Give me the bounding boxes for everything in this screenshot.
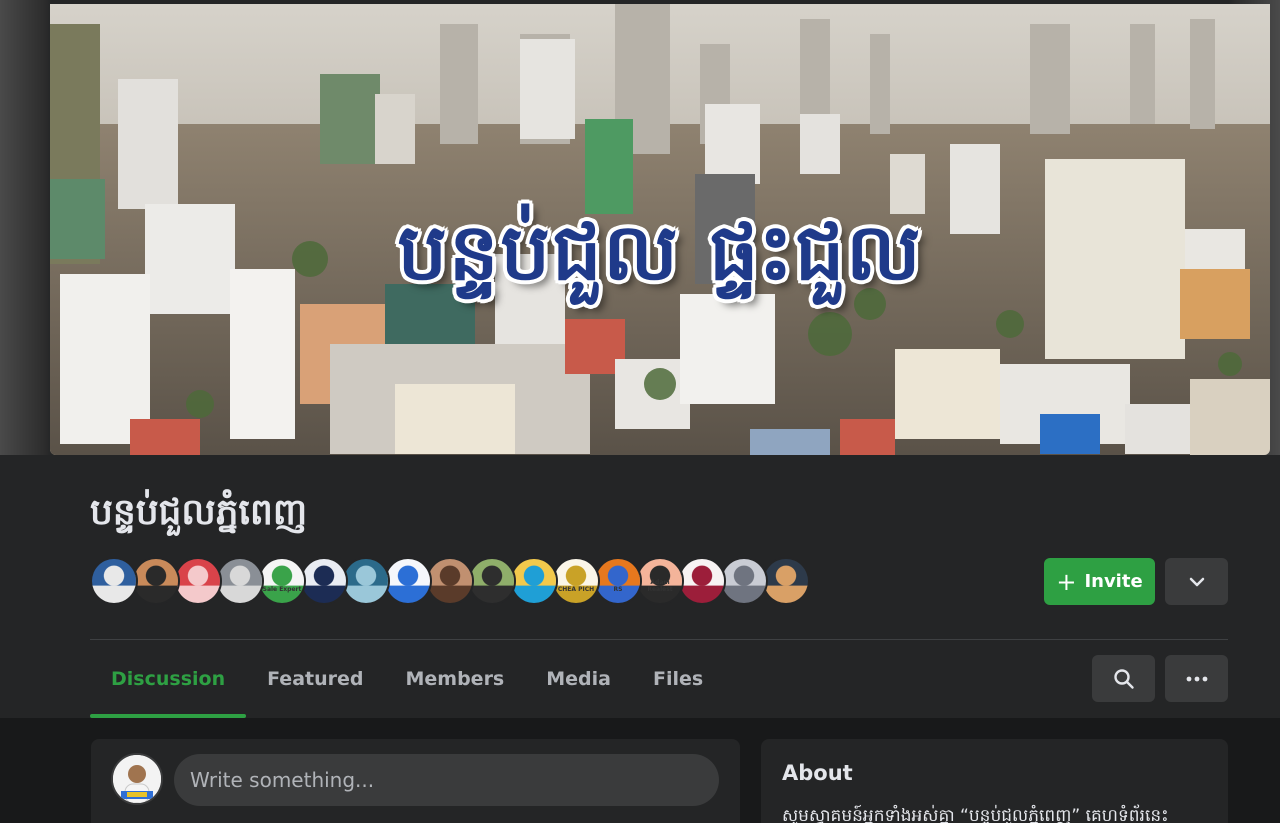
current-user-avatar[interactable]	[111, 753, 163, 805]
avatar-photo	[386, 559, 430, 603]
member-avatar[interactable]	[90, 557, 138, 605]
avatar-photo	[260, 559, 304, 603]
member-avatar[interactable]	[384, 557, 432, 605]
avatar-label: Sale Expert	[262, 586, 302, 593]
member-avatar[interactable]	[342, 557, 390, 605]
user-photo	[113, 755, 161, 803]
invite-button[interactable]: + Invite	[1044, 558, 1155, 605]
search-button[interactable]	[1092, 655, 1155, 702]
member-avatar[interactable]	[510, 557, 558, 605]
post-composer	[91, 739, 740, 823]
member-avatar[interactable]	[720, 557, 768, 605]
member-avatar[interactable]	[174, 557, 222, 605]
member-avatar[interactable]	[468, 557, 516, 605]
cover-area: បន្ទប់ជួល ផ្ទះជួល	[0, 0, 1280, 455]
avatar-photo	[344, 559, 388, 603]
member-avatar[interactable]: Sale Expert	[258, 557, 306, 605]
member-avatars[interactable]: Sale Expert CHEA PICH RS Adam Realest	[90, 557, 810, 605]
member-avatar[interactable]	[762, 557, 810, 605]
about-title: About	[782, 761, 853, 785]
avatar-photo	[302, 559, 346, 603]
about-text: សូមស្វាគមន៍អ្នកទាំងអស់គ្នា “បន្ទប់ជួលភ្ន…	[782, 806, 1169, 823]
tab-members[interactable]: Members	[384, 640, 525, 718]
avatar-photo	[470, 559, 514, 603]
member-avatar[interactable]	[426, 557, 474, 605]
member-avatar[interactable]: RS	[594, 557, 642, 605]
invite-label: Invite	[1084, 571, 1143, 592]
tab-media[interactable]: Media	[525, 640, 632, 718]
avatar-photo	[134, 559, 178, 603]
avatar-label: Adam Realest	[647, 579, 673, 593]
search-icon	[1113, 668, 1134, 689]
avatar-photo	[218, 559, 262, 603]
member-avatar[interactable]	[300, 557, 348, 605]
chevron-down-icon	[1189, 577, 1204, 586]
member-avatar[interactable]	[678, 557, 726, 605]
about-card: About សូមស្វាគមន៍អ្នកទាំងអស់គ្នា “បន្ទប់…	[761, 739, 1228, 823]
tab-featured[interactable]: Featured	[246, 640, 384, 718]
avatar-label: RS	[613, 586, 623, 593]
group-header: បន្ទប់ជួលភ្នំពេញ Sale Expert CHEA PICH RS A…	[0, 455, 1280, 718]
avatar-photo	[596, 559, 640, 603]
tab-files[interactable]: Files	[632, 640, 724, 718]
avatar-label: CHEA PICH	[557, 586, 595, 593]
avatar-photo	[554, 559, 598, 603]
member-avatar[interactable]: Adam Realest	[636, 557, 684, 605]
avatar-photo	[92, 559, 136, 603]
avatar-photo	[176, 559, 220, 603]
avatar-photo	[764, 559, 808, 603]
avatar-photo	[722, 559, 766, 603]
member-avatar[interactable]: CHEA PICH	[552, 557, 600, 605]
group-tabs: Discussion Featured Members Media Files	[90, 640, 724, 718]
avatar-photo	[428, 559, 472, 603]
more-dots-icon	[1186, 676, 1207, 681]
cover-photo[interactable]: បន្ទប់ជួល ផ្ទះជួល	[50, 4, 1270, 455]
member-avatar[interactable]	[132, 557, 180, 605]
avatar-photo	[680, 559, 724, 603]
group-options-dropdown[interactable]	[1165, 558, 1228, 605]
cover-title: បន្ទប់ជួល ផ្ទះជួល	[397, 208, 923, 298]
more-options-button[interactable]	[1165, 655, 1228, 702]
plus-icon: +	[1056, 567, 1077, 596]
group-name[interactable]: បន្ទប់ជួលភ្នំពេញ	[90, 489, 307, 542]
write-something-input[interactable]	[174, 754, 719, 806]
avatar-photo	[512, 559, 556, 603]
tab-discussion[interactable]: Discussion	[90, 640, 247, 718]
member-avatar[interactable]	[216, 557, 264, 605]
